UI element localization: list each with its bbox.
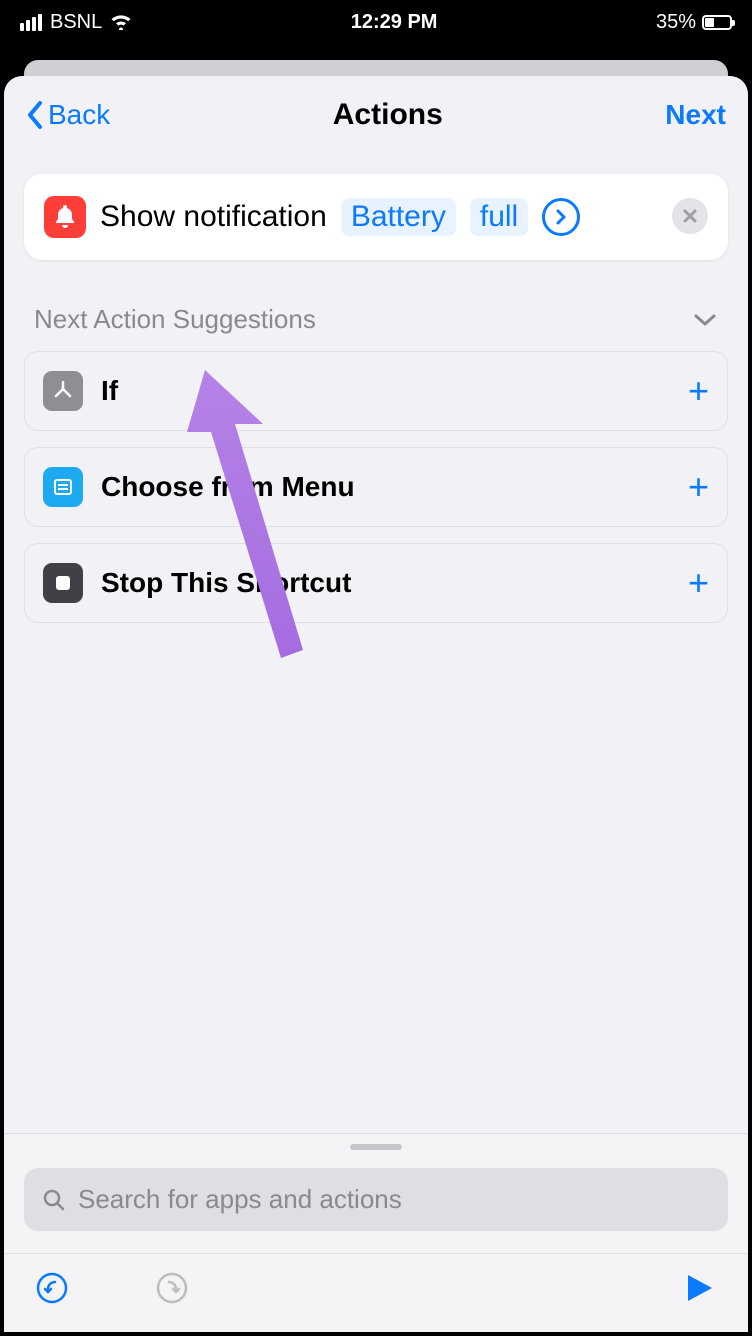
carrier-label: BSNL — [50, 11, 102, 34]
chevron-right-icon — [555, 208, 567, 226]
nav-bar: Back Actions Next — [4, 76, 748, 146]
undo-button[interactable] — [32, 1268, 72, 1308]
action-param-2[interactable]: full — [470, 198, 528, 236]
search-placeholder: Search for apps and actions — [78, 1184, 402, 1215]
status-bar: BSNL 12:29 PM 35% — [0, 0, 752, 44]
back-label: Back — [48, 99, 110, 131]
add-icon: + — [688, 466, 709, 508]
notification-icon — [44, 196, 86, 238]
page-title: Actions — [333, 98, 443, 132]
redo-icon — [155, 1271, 189, 1305]
modal-sheet: Back Actions Next Show notification Batt… — [4, 76, 748, 1332]
close-icon — [682, 208, 698, 224]
menu-icon — [43, 467, 83, 507]
suggestions-header[interactable]: Next Action Suggestions — [24, 260, 728, 351]
add-icon: + — [688, 370, 709, 412]
action-label: Show notification — [100, 200, 327, 234]
add-icon: + — [688, 562, 709, 604]
search-icon — [42, 1188, 66, 1212]
battery-pct: 35% — [656, 11, 696, 34]
suggestions-title: Next Action Suggestions — [34, 304, 316, 335]
stop-icon — [43, 563, 83, 603]
drag-handle[interactable] — [350, 1144, 402, 1150]
status-right: 35% — [656, 11, 732, 34]
expand-action-button[interactable] — [542, 198, 580, 236]
back-button[interactable]: Back — [26, 99, 110, 131]
wifi-icon — [110, 14, 132, 30]
redo-button[interactable] — [152, 1268, 192, 1308]
suggestion-choose-menu[interactable]: Choose from Menu + — [24, 447, 728, 527]
signal-icon — [20, 14, 42, 31]
branch-icon — [43, 371, 83, 411]
run-button[interactable] — [680, 1268, 720, 1308]
search-input[interactable]: Search for apps and actions — [24, 1168, 728, 1231]
action-row: Show notification Battery full — [44, 196, 708, 238]
battery-icon — [702, 15, 732, 30]
chevron-left-icon — [26, 100, 44, 130]
suggestion-label: If — [101, 375, 670, 407]
suggestion-if[interactable]: If + — [24, 351, 728, 431]
bottom-panel: Search for apps and actions — [4, 1133, 748, 1332]
status-left: BSNL — [20, 11, 132, 34]
suggestion-stop-shortcut[interactable]: Stop This Shortcut + — [24, 543, 728, 623]
play-icon — [686, 1273, 714, 1303]
suggestion-label: Stop This Shortcut — [101, 567, 670, 599]
undo-icon — [35, 1271, 69, 1305]
toolbar — [4, 1253, 748, 1332]
action-param-1[interactable]: Battery — [341, 198, 456, 236]
next-button[interactable]: Next — [665, 99, 726, 131]
action-card[interactable]: Show notification Battery full — [24, 174, 728, 260]
time-label: 12:29 PM — [351, 11, 438, 34]
remove-action-button[interactable] — [672, 198, 708, 234]
chevron-down-icon — [692, 312, 718, 328]
suggestion-label: Choose from Menu — [101, 471, 670, 503]
